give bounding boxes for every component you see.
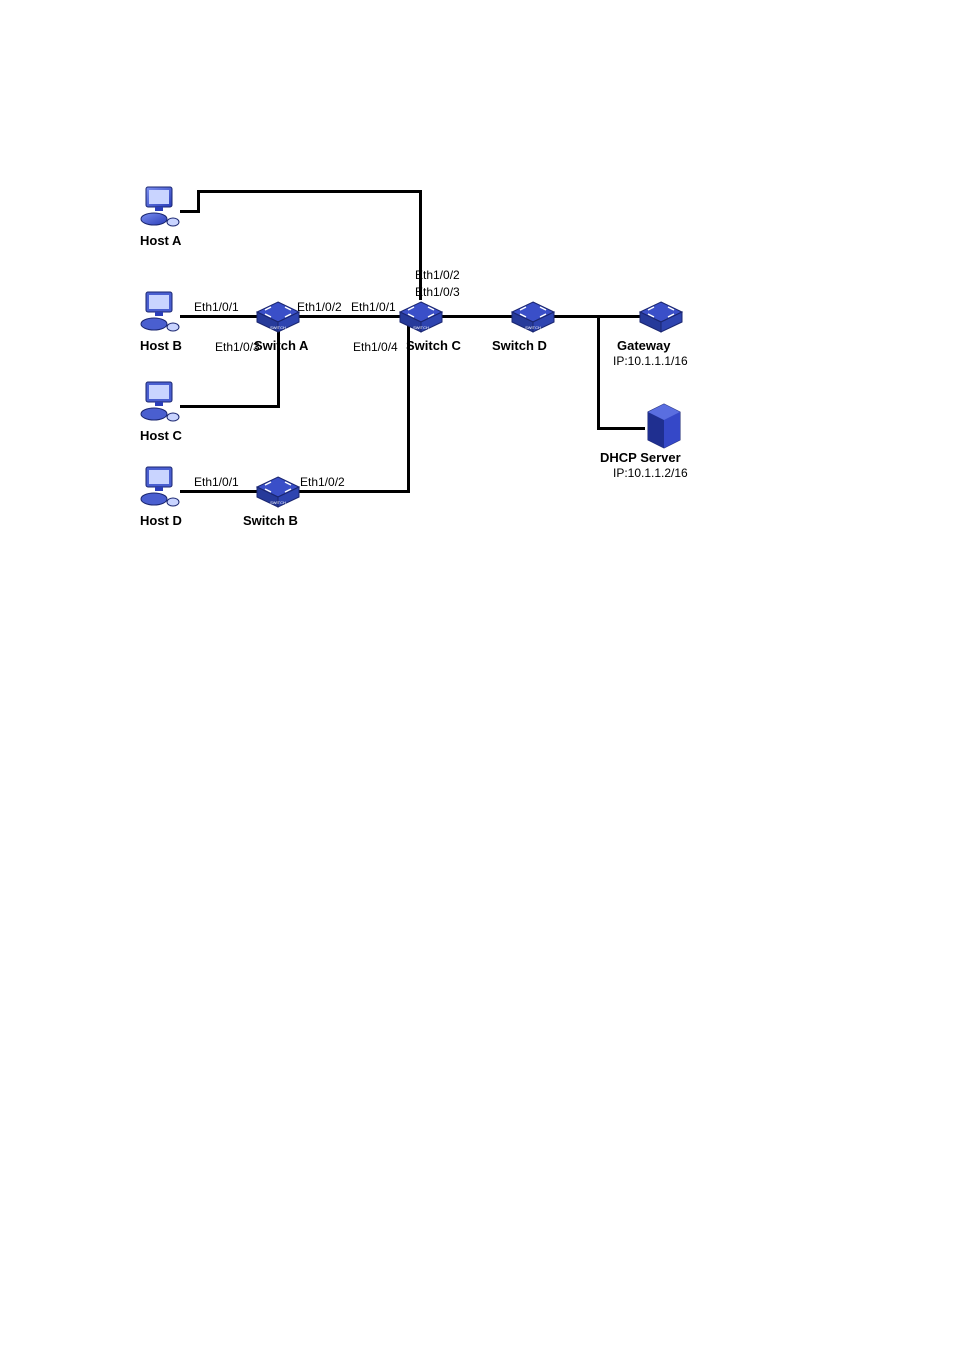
switch-d-icon: SWITCH (510, 300, 556, 339)
link-line (597, 315, 600, 430)
host-a-label: Host A (140, 233, 181, 248)
dhcp-server-icon (640, 400, 686, 455)
link-line (197, 190, 422, 193)
switch-b-label: Switch B (243, 513, 298, 528)
link-line (197, 190, 200, 213)
port-label: Eth1/0/1 (194, 300, 239, 314)
link-line (290, 315, 410, 318)
port-label: Eth1/0/4 (353, 340, 398, 354)
svg-text:SWITCH: SWITCH (525, 325, 541, 330)
network-diagram: SWITCH SWITCH SWITCH SWITCH (0, 0, 954, 1350)
switch-c-icon: SWITCH (398, 300, 444, 339)
link-line (597, 427, 645, 430)
switch-c-label: Switch C (406, 338, 461, 353)
link-line (180, 490, 265, 493)
link-line (419, 190, 422, 300)
gateway-ip: IP:10.1.1.1/16 (613, 354, 688, 368)
switch-d-label: Switch D (492, 338, 547, 353)
host-c-icon (140, 380, 186, 431)
host-d-icon (140, 465, 186, 516)
port-label: Eth1/0/2 (297, 300, 342, 314)
link-line (180, 405, 280, 408)
switch-a-icon: SWITCH (255, 300, 301, 339)
port-label: Eth1/0/2 (300, 475, 345, 489)
link-line (180, 315, 265, 318)
svg-text:SWITCH: SWITCH (413, 325, 429, 330)
link-line (290, 490, 410, 493)
host-a-icon (140, 185, 186, 236)
port-label: Eth1/0/1 (194, 475, 239, 489)
dhcp-label: DHCP Server (600, 450, 681, 465)
host-b-label: Host B (140, 338, 182, 353)
host-d-label: Host D (140, 513, 182, 528)
svg-text:SWITCH: SWITCH (270, 325, 286, 330)
port-label: Eth1/0/1 (351, 300, 396, 314)
svg-text:SWITCH: SWITCH (270, 500, 286, 505)
port-label: Eth1/0/3 (215, 340, 260, 354)
gateway-label: Gateway (617, 338, 670, 353)
switch-a-label: Switch A (254, 338, 308, 353)
host-b-icon (140, 290, 186, 341)
switch-b-icon: SWITCH (255, 475, 301, 514)
dhcp-ip: IP:10.1.1.2/16 (613, 466, 688, 480)
host-c-label: Host C (140, 428, 182, 443)
port-label: Eth1/0/3 (415, 285, 460, 299)
port-label: Eth1/0/2 (415, 268, 460, 282)
gateway-icon (638, 300, 684, 339)
